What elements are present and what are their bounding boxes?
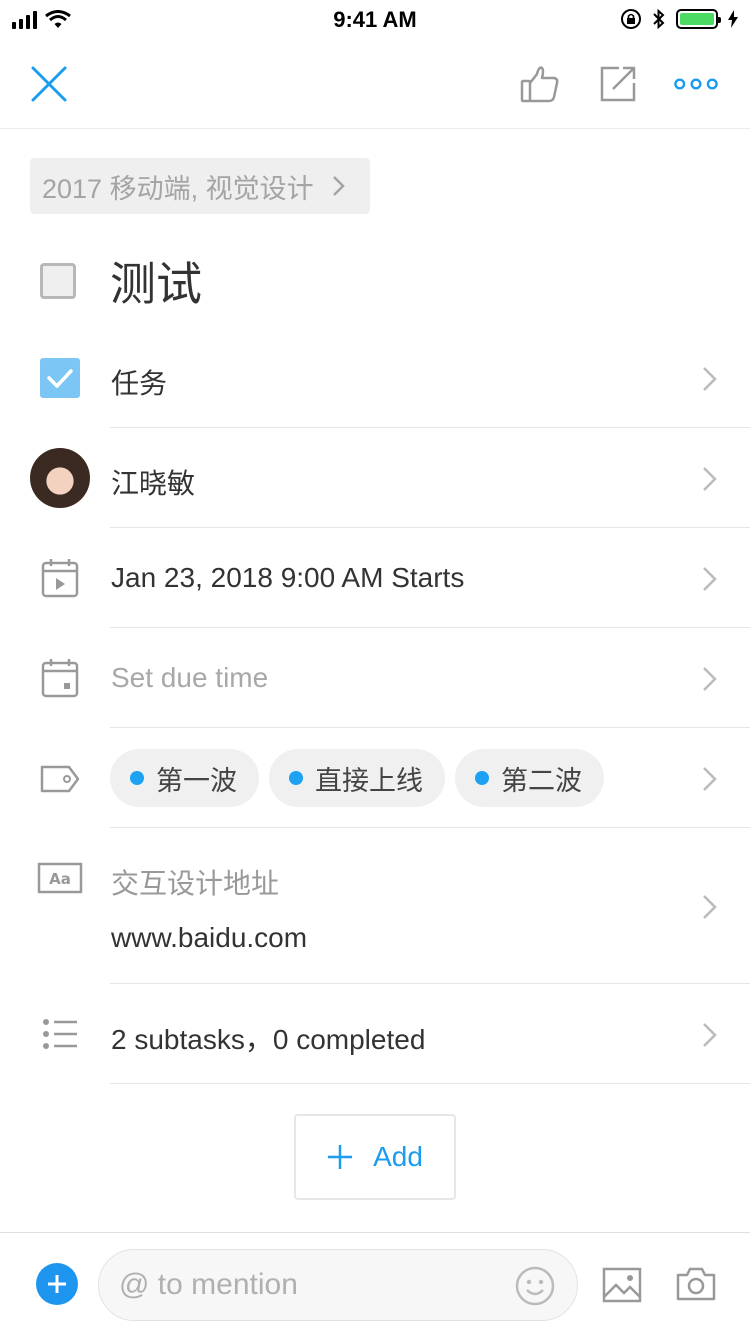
bluetooth-icon <box>653 8 665 30</box>
tag-chip[interactable]: 第二波 <box>455 749 604 807</box>
checkbox-icon <box>40 358 80 398</box>
task-complete-checkbox[interactable] <box>40 263 76 299</box>
start-time-label: Jan 23, 2018 9:00 AM Starts <box>111 562 465 593</box>
close-icon <box>31 66 67 102</box>
chevron-right-icon <box>332 176 345 196</box>
project-breadcrumb[interactable]: 2017 移动端, 视觉设计 <box>30 158 370 214</box>
list-icon-wrap <box>30 1018 90 1050</box>
chevron-right-icon <box>703 767 717 791</box>
tag-list: 第一波 直接上线 第二波 <box>110 749 604 807</box>
start-icon-wrap <box>30 558 90 598</box>
subtasks-row[interactable]: 2 subtasks，0 completed <box>0 984 750 1084</box>
svg-text:Aa: Aa <box>49 870 71 888</box>
comment-composer: @ to mention <box>0 1232 750 1335</box>
orientation-lock-icon <box>621 9 641 29</box>
plus-icon <box>48 1275 66 1293</box>
tag-dot <box>289 771 303 785</box>
task-title-row: 测试 <box>40 248 202 314</box>
signal-icon <box>12 11 37 29</box>
divider <box>110 1083 750 1084</box>
more-icon <box>674 78 718 90</box>
calendar-due-icon <box>41 659 79 698</box>
status-left <box>12 10 71 30</box>
tag-label: 第二波 <box>501 765 582 796</box>
image-icon[interactable] <box>602 1267 642 1303</box>
tag-chip[interactable]: 第一波 <box>110 749 259 807</box>
tags-row[interactable]: 第一波 直接上线 第二波 <box>0 728 750 828</box>
status-bar: 9:41 AM <box>0 0 750 40</box>
thumbs-up-icon <box>520 66 559 103</box>
tag-icon-wrap <box>30 764 90 794</box>
chevron-right-icon <box>703 1023 717 1047</box>
plus-icon <box>328 1145 353 1169</box>
add-button[interactable]: Add <box>294 1114 456 1200</box>
tag-label: 直接上线 <box>315 765 423 796</box>
chevron-right-icon <box>703 567 717 591</box>
add-button-label: Add <box>373 1141 423 1172</box>
tag-chip[interactable]: 直接上线 <box>269 749 445 807</box>
calendar-start-icon <box>41 559 79 598</box>
close-button[interactable] <box>27 62 71 106</box>
wifi-icon <box>45 10 71 28</box>
camera-icon[interactable] <box>676 1267 716 1301</box>
custom-field-label: 交互设计地址 <box>111 868 280 899</box>
share-icon <box>600 66 636 102</box>
subtasks-summary: 2 subtasks，0 completed <box>111 1024 426 1055</box>
custom-field-row[interactable]: Aa 交互设计地址 www.baidu.com <box>0 828 750 984</box>
assignee-icon-wrap <box>30 448 90 508</box>
task-title[interactable]: 测试 <box>110 248 202 314</box>
list-icon <box>43 1019 77 1049</box>
chevron-right-icon <box>703 895 717 919</box>
status-right <box>620 8 738 30</box>
chevron-right-icon <box>703 667 717 691</box>
text-field-icon: Aa <box>37 862 83 894</box>
comment-input[interactable]: @ to mention <box>98 1249 578 1321</box>
text-field-icon-wrap: Aa <box>30 862 90 894</box>
tag-icon <box>40 765 80 793</box>
charging-icon <box>728 10 738 28</box>
status-time: 9:41 AM <box>333 7 417 32</box>
breadcrumb-text: 2017 移动端, 视觉设计 <box>42 173 314 204</box>
battery-icon <box>676 9 721 29</box>
nav-bar <box>0 40 750 129</box>
due-icon-wrap <box>30 658 90 698</box>
due-time-row[interactable]: Set due time <box>0 628 750 728</box>
assignee-name: 江晓敏 <box>111 468 196 499</box>
like-button[interactable] <box>518 62 562 106</box>
chevron-right-icon <box>703 467 717 491</box>
task-type-label: 任务 <box>111 368 168 399</box>
avatar <box>30 448 90 508</box>
start-time-row[interactable]: Jan 23, 2018 9:00 AM Starts <box>0 528 750 628</box>
more-button[interactable] <box>674 62 718 106</box>
due-time-placeholder: Set due time <box>111 662 269 693</box>
share-button[interactable] <box>596 62 640 106</box>
custom-field-value: www.baidu.com <box>111 922 308 953</box>
task-type-row[interactable]: 任务 <box>0 328 750 428</box>
task-type-icon-wrap <box>30 358 90 398</box>
tag-label: 第一波 <box>156 765 237 796</box>
tag-dot <box>130 771 144 785</box>
assignee-row[interactable]: 江晓敏 <box>0 428 750 528</box>
tag-dot <box>475 771 489 785</box>
chevron-right-icon <box>703 367 717 391</box>
composer-add-button[interactable] <box>36 1263 78 1305</box>
emoji-icon[interactable] <box>515 1266 555 1306</box>
comment-input-placeholder: @ to mention <box>119 1268 298 1301</box>
